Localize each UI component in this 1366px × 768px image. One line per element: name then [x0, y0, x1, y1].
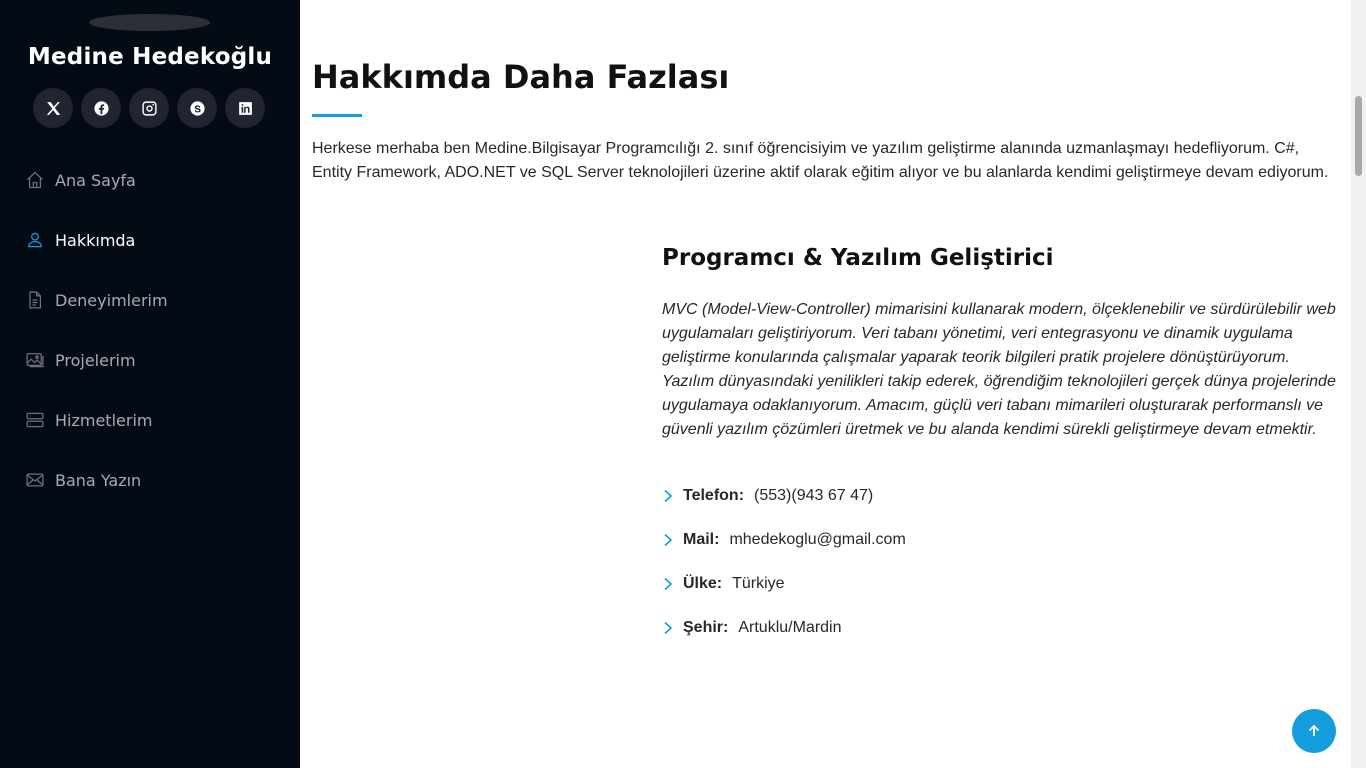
nav-item-hakkimda[interactable]: Hakkımda [0, 210, 300, 270]
server-icon [24, 409, 46, 431]
about-section: Hakkımda Daha Fazlası Herkese merhaba be… [300, 0, 1351, 768]
scrollbar-thumb[interactable] [1355, 96, 1362, 176]
contact-info-list: Telefon: (553)(943 67 47) Mail: mhedekog… [662, 474, 906, 650]
info-label: Şehir: [683, 619, 729, 636]
nav-label: Hizmetlerim [55, 410, 153, 430]
chevron-right-icon [662, 484, 683, 508]
chevron-right-icon [662, 616, 683, 640]
avatar [89, 14, 210, 31]
instagram-icon[interactable] [129, 88, 169, 128]
nav-item-ana-sayfa[interactable]: Ana Sayfa [0, 150, 300, 210]
page-title: Hakkımda Daha Fazlası [312, 58, 730, 96]
nav-label: Hakkımda [55, 230, 136, 250]
main-nav: Ana Sayfa Hakkımda Deneyimlerim Projeler… [0, 150, 300, 510]
list-item: Şehir: Artuklu/Mardin [662, 606, 906, 650]
role-title: Programcı & Yazılım Geliştirici [662, 245, 1054, 271]
person-icon [24, 229, 46, 251]
file-icon [24, 289, 46, 311]
nav-item-deneyimlerim[interactable]: Deneyimlerim [0, 270, 300, 330]
nav-item-bana-yazin[interactable]: Bana Yazın [0, 450, 300, 510]
facebook-icon[interactable] [81, 88, 121, 128]
nav-label: Projelerim [55, 350, 136, 370]
arrow-up-icon [1308, 724, 1320, 736]
list-item: Ülke: Türkiye [662, 562, 906, 606]
scrollbar[interactable] [1351, 0, 1366, 768]
info-value: (553)(943 67 47) [754, 487, 874, 504]
chevron-right-icon [662, 572, 683, 596]
role-description: MVC (Model-View-Controller) mimarisini k… [662, 301, 1336, 438]
nav-label: Deneyimlerim [55, 290, 168, 310]
info-value: Artuklu/Mardin [738, 619, 842, 636]
chevron-right-icon [662, 528, 683, 552]
envelope-icon [24, 469, 46, 491]
info-label: Telefon: [683, 487, 745, 504]
social-links [33, 88, 265, 128]
sidebar: Medine Hedekoğlu Ana Sayfa Hakkımda Dene… [0, 0, 300, 768]
list-item: Mail: mhedekoglu@gmail.com [662, 518, 906, 562]
nav-item-hizmetlerim[interactable]: Hizmetlerim [0, 390, 300, 450]
info-value: Türkiye [732, 575, 785, 592]
skype-icon[interactable] [177, 88, 217, 128]
intro-text: Herkese merhaba ben Medine.Bilgisayar Pr… [312, 140, 1329, 181]
home-icon [24, 169, 46, 191]
list-item: Telefon: (553)(943 67 47) [662, 474, 906, 518]
title-underline [312, 114, 362, 117]
profile-name[interactable]: Medine Hedekoğlu [0, 44, 300, 70]
info-value: mhedekoglu@gmail.com [729, 531, 906, 548]
nav-label: Ana Sayfa [55, 170, 136, 190]
x-icon[interactable] [33, 88, 73, 128]
info-label: Mail: [683, 531, 720, 548]
nav-label: Bana Yazın [55, 470, 142, 490]
linkedin-icon[interactable] [225, 88, 265, 128]
images-icon [24, 349, 46, 371]
info-label: Ülke: [683, 575, 723, 592]
back-to-top-button[interactable] [1292, 709, 1336, 753]
nav-item-projelerim[interactable]: Projelerim [0, 330, 300, 390]
